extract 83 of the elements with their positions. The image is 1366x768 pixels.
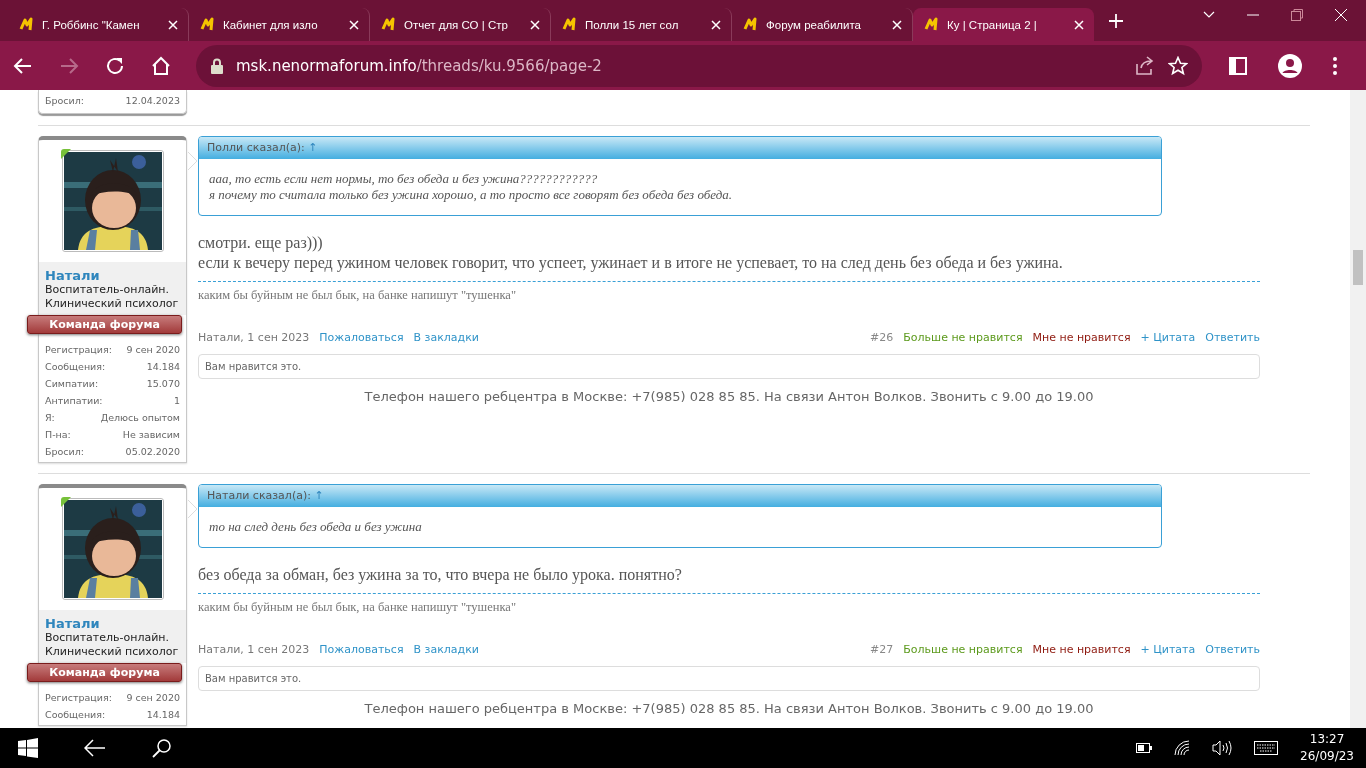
wifi-icon[interactable]: [1174, 740, 1191, 756]
volume-icon[interactable]: [1212, 740, 1233, 756]
scribble-icon: [18, 16, 34, 33]
stat-label: Антипатии:: [45, 395, 103, 406]
stat-value: 9 сен 2020: [126, 692, 180, 703]
post-byline: Натали, 1 сен 2023: [198, 331, 310, 344]
star-icon[interactable]: [1168, 55, 1188, 76]
signature-text: каким бы буйным не был бык, на банке напишут "тушенка": [198, 600, 516, 614]
stat-value: 12.04.2023: [125, 95, 180, 106]
post-number[interactable]: #27: [870, 643, 894, 656]
stat-value: 14.184: [146, 709, 180, 720]
stat-label: Бросил:: [45, 95, 85, 106]
signature-text: каким бы буйным не был бык, на банке напишут "тушенка": [198, 288, 516, 302]
quote-text: я почему то считала только без ужина хорошо, а то просто все говорят без обеда без обеда.: [209, 187, 734, 203]
share-icon[interactable]: [1134, 54, 1156, 77]
scribble-icon: [561, 16, 577, 33]
post-text: без обеда за обман, без ужина за то, что вчера не было урока. понятно?: [198, 565, 683, 585]
quote-link[interactable]: + Цитата: [1140, 331, 1196, 344]
user-title: Воспитатель-онлайн. Клинический психолог: [45, 283, 180, 311]
address-bar[interactable]: msk.nenormaforum.info/threads/ku.9566/page-2: [196, 44, 1202, 87]
stat-label: Бросил:: [45, 446, 85, 457]
stat-label: Симпатии:: [45, 378, 99, 389]
reply-link[interactable]: Ответить: [1205, 331, 1260, 344]
stat-value: 1: [173, 395, 180, 406]
windows-icon[interactable]: [18, 738, 38, 758]
lock-icon: [210, 57, 224, 74]
notice-text: Телефон нашего ребцентра в Москве: +7(985) 028 85 85. На связи Антон Волков. Звонить с 9.00 до 19.00: [363, 701, 1095, 716]
quote-link[interactable]: + Цитата: [1140, 643, 1196, 656]
quote-header: Натали сказал(а): ↑: [199, 485, 1161, 507]
post-text: если к вечеру перед ужином человек говорит, что успеет, ужинает и в итоге не успевает, то на след день без обеда и без ужина.: [198, 253, 1064, 273]
stat-label: Регистрация:: [45, 692, 112, 703]
username-link[interactable]: Натали: [45, 268, 180, 283]
post-link[interactable]: В закладки: [413, 331, 479, 344]
post-link[interactable]: Пожаловаться: [319, 643, 404, 656]
notice-text: Телефон нашего ребцентра в Москве: +7(985) 028 85 85. На связи Антон Волков. Звонить с 9.00 до 19.00: [363, 389, 1095, 404]
stat-value: 15.070: [146, 378, 180, 389]
unlike-link[interactable]: Больше не нравится: [903, 643, 1023, 656]
stat-label: П-на:: [45, 429, 71, 440]
url-text: msk.nenormaforum.info/threads/ku.9566/page-2: [236, 56, 603, 75]
scribble-icon: [923, 16, 939, 33]
scribble-icon: [742, 16, 758, 33]
post-link[interactable]: Пожаловаться: [319, 331, 404, 344]
likes-bar: Вам нравится это.: [198, 354, 1260, 379]
dislike-link[interactable]: Мне не нравится: [1032, 331, 1131, 344]
menu-icon[interactable]: [1332, 55, 1338, 76]
post-number[interactable]: #26: [870, 331, 894, 344]
quote-header: Полли сказал(а): ↑: [199, 137, 1161, 159]
dislike-link[interactable]: Мне не нравится: [1032, 643, 1131, 656]
stat-value: Делюсь опытом: [100, 412, 180, 423]
user-title: Воспитатель-онлайн. Клинический психолог: [45, 631, 180, 659]
team-badge: Команда форума: [27, 315, 182, 334]
scrollbar[interactable]: [1350, 90, 1366, 728]
reply-link[interactable]: Ответить: [1205, 643, 1260, 656]
unlike-link[interactable]: Больше не нравится: [903, 331, 1023, 344]
post-text: смотри. еще раз))): [198, 233, 324, 253]
close-icon[interactable]: [1334, 8, 1348, 22]
team-badge: Команда форума: [27, 663, 182, 682]
post-link[interactable]: В закладки: [413, 643, 479, 656]
keyboard-icon[interactable]: [1254, 741, 1279, 755]
stat-label: Сообщения:: [45, 709, 106, 720]
quote-text: то на след день без обеда и без ужина: [209, 519, 423, 535]
back-icon[interactable]: [84, 739, 106, 757]
stat-value: Не зависим: [122, 429, 180, 440]
browser-tab[interactable]: Ку | Страница 2 |: [913, 8, 1094, 41]
username-link[interactable]: Натали: [45, 616, 180, 631]
stat-label: Регистрация:: [45, 344, 112, 355]
home-icon[interactable]: [150, 54, 172, 77]
scribble-icon: [380, 16, 396, 33]
stat-value: 05.02.2020: [125, 446, 180, 457]
post-byline: Натали, 1 сен 2023: [198, 643, 310, 656]
profile-icon[interactable]: [1278, 53, 1302, 78]
search-icon[interactable]: [152, 738, 172, 758]
stat-value: 14.184: [146, 361, 180, 372]
quote-text: ааа, то есть если нет нормы, то без обеда и без ужина????????????: [209, 171, 599, 187]
stat-label: Я:: [45, 412, 55, 423]
clock[interactable]: 13:27 26/09/23: [1300, 731, 1354, 765]
stat-value: 9 сен 2020: [126, 344, 180, 355]
scribble-icon: [199, 16, 215, 33]
battery-icon[interactable]: [1136, 743, 1153, 753]
sidebar-icon[interactable]: [1228, 55, 1248, 76]
likes-bar: Вам нравится это.: [198, 666, 1260, 691]
restore-icon[interactable]: [1290, 8, 1304, 22]
stat-label: Сообщения:: [45, 361, 106, 372]
